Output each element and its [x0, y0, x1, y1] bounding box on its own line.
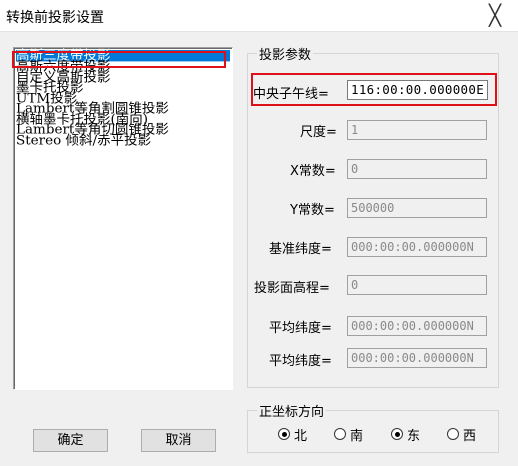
avg-latitude-2-input[interactable]: 000:00:00.000000N — [347, 348, 487, 368]
radio-east-label: 东 — [407, 428, 421, 444]
x-const-label: X常数= — [290, 164, 336, 179]
radio-east-indicator — [391, 428, 403, 440]
radio-east[interactable]: 东 — [391, 426, 421, 444]
projection-height-label: 投影面高程= — [254, 281, 330, 296]
radio-south[interactable]: 南 — [334, 426, 364, 444]
radio-west[interactable]: 西 — [447, 426, 477, 444]
scale-input[interactable]: 1 — [347, 120, 487, 140]
params-group — [247, 53, 499, 388]
scale-label: 尺度= — [300, 125, 337, 140]
central-meridian-input[interactable]: 116:00:00.000000E — [347, 80, 488, 100]
x-const-input[interactable]: 0 — [347, 159, 487, 179]
base-latitude-label: 基准纬度= — [269, 242, 332, 257]
radio-south-indicator — [334, 428, 346, 440]
projection-height-input[interactable]: 0 — [347, 275, 487, 295]
avg-latitude-1-label: 平均纬度= — [269, 321, 332, 336]
close-icon[interactable]: ╳ — [481, 2, 509, 28]
y-const-input[interactable]: 500000 — [347, 198, 487, 218]
avg-latitude-2-label: 平均纬度= — [269, 354, 332, 369]
direction-group-title: 正坐标方向 — [257, 401, 327, 420]
radio-north-label: 北 — [294, 428, 308, 444]
window-title: 转换前投影设置 — [6, 10, 104, 26]
params-group-title: 投影参数 — [257, 44, 314, 63]
central-meridian-label: 中央子午线= — [253, 87, 329, 102]
title-bar: 转换前投影设置 ╳ — [0, 0, 518, 31]
radio-north[interactable]: 北 — [278, 426, 308, 444]
radio-west-label: 西 — [463, 428, 477, 444]
list-item-stereo[interactable]: Stereo 倾斜/赤平投影 — [16, 134, 230, 146]
cancel-button[interactable]: 取消 — [141, 429, 216, 452]
radio-north-indicator — [278, 428, 290, 440]
y-const-label: Y常数= — [290, 203, 335, 218]
projection-list[interactable]: 高斯三度带投影 高斯六度带投影 自定义高斯投影 墨卡托投影 UTM投影 Lamb… — [13, 47, 233, 390]
avg-latitude-1-input[interactable]: 000:00:00.000000N — [347, 316, 487, 336]
radio-south-label: 南 — [350, 428, 364, 444]
base-latitude-input[interactable]: 000:00:00.000000N — [347, 237, 487, 257]
ok-button[interactable]: 确定 — [33, 429, 108, 452]
radio-west-indicator — [447, 428, 459, 440]
